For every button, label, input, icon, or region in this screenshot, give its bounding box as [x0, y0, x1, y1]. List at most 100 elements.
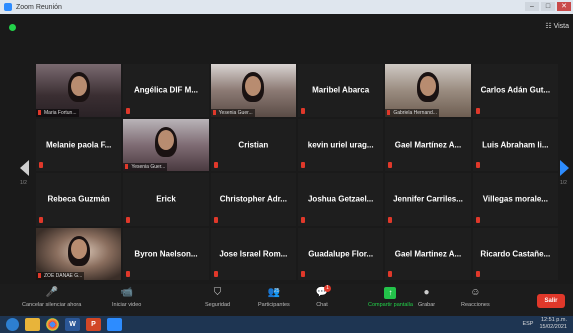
participants-count: 25: [274, 288, 280, 294]
participant-tile[interactable]: Melanie paola F...: [36, 118, 122, 171]
participant-name: Joshua Getzael...: [307, 194, 374, 204]
meeting-toolbar: Salir 🎤 Cancelar silenciar ahora 📹 Iniciar …: [0, 284, 573, 316]
participants-button[interactable]: 👥 25 Participantes: [258, 287, 290, 308]
participant-tile[interactable]: Jose Israel Rom...: [210, 227, 296, 280]
participant-tile[interactable]: ZOE DANAE G...: [36, 227, 122, 280]
participant-face: [245, 75, 262, 96]
participant-tile[interactable]: Yesenia Guer...: [210, 64, 296, 117]
chrome-taskbar-icon[interactable]: [46, 318, 59, 331]
muted-mic-icon: [126, 271, 131, 277]
participant-name: Guadalupe Flor...: [308, 249, 374, 259]
muted-mic-icon: [388, 271, 393, 277]
reactions-button[interactable]: ☺ Reacciones: [461, 287, 490, 308]
participant-tile[interactable]: Rebeca Guzmán: [36, 173, 122, 226]
participant-face: [70, 239, 87, 260]
clock-time: 12:51 p.m.: [541, 317, 567, 323]
windows-taskbar: WP ESP 12:51 p.m. 15/02/2021: [0, 316, 573, 333]
participant-video-label: Yesenia Guer...: [210, 108, 255, 117]
participant-tile[interactable]: Guadalupe Flor...: [298, 227, 384, 280]
security-icon: ⛉: [213, 287, 222, 298]
security-shield-icon[interactable]: [9, 24, 16, 31]
zoom-app-icon: [4, 3, 12, 11]
window-title: Zoom Reunión: [16, 3, 62, 11]
participant-tile[interactable]: Joshua Getzael...: [298, 173, 384, 226]
previous-page-arrow-icon[interactable]: [20, 160, 29, 176]
record-icon: ●: [423, 287, 430, 298]
participant-video-label: ZOE DANAE G...: [36, 272, 85, 280]
participant-face: [419, 75, 436, 96]
participant-tile[interactable]: Carlos Adán Gut...: [472, 64, 558, 117]
participant-tile[interactable]: Byron Naelson...: [123, 227, 209, 280]
share-label: Compartir pantalla: [368, 302, 413, 308]
chat-label: Chat: [316, 302, 328, 308]
participant-video-label: Yesenia Guer...: [123, 163, 168, 171]
security-button[interactable]: ⛉ Seguridad: [205, 287, 230, 308]
ppt-taskbar-icon[interactable]: P: [86, 318, 101, 331]
participant-tile[interactable]: Yesenia Guer...: [123, 118, 209, 171]
muted-mic-icon: [39, 162, 43, 168]
minimize-button[interactable]: –: [525, 2, 539, 11]
participant-name: Rebeca Guzmán: [47, 194, 110, 204]
participant-name: Jennifer Carriles...: [393, 194, 463, 204]
participant-name: Maribel Abarca: [312, 85, 370, 95]
audio-button[interactable]: 🎤 Cancelar silenciar ahora: [22, 287, 81, 308]
page-indicator-left: 1/2: [20, 180, 27, 186]
window-controls: – □ ✕: [525, 2, 571, 11]
participant-tile[interactable]: Gael Martinez A...: [385, 227, 471, 280]
video-label: Iniciar video: [112, 302, 142, 308]
participant-name: Ricardo Castañe...: [480, 249, 551, 259]
gallery-view-button[interactable]: ☷ Vista: [545, 22, 569, 30]
participant-name: Cristian: [238, 140, 269, 150]
muted-mic-icon: [475, 271, 480, 277]
audio-label: Cancelar silenciar ahora: [22, 302, 82, 308]
reactions-label: Reacciones: [461, 302, 490, 308]
participant-tile[interactable]: Angélica DIF M...: [123, 64, 209, 117]
participant-tile[interactable]: Gael Martínez A...: [385, 118, 471, 171]
close-button[interactable]: ✕: [557, 2, 571, 11]
participant-name: Christopher Adr...: [219, 194, 287, 204]
next-page-arrow-icon[interactable]: [560, 160, 569, 176]
zoom-taskbar-icon[interactable]: [107, 318, 122, 331]
leave-button[interactable]: Salir: [537, 294, 565, 308]
clock-date: 15/02/2021: [539, 324, 567, 330]
share-button[interactable]: ↑ Compartir pantalla: [368, 287, 413, 308]
participant-tile[interactable]: Villegas morale...: [472, 173, 558, 226]
video-icon: 📹: [120, 287, 133, 298]
participant-tile[interactable]: Cristian: [210, 118, 296, 171]
audio-icon: 🎤: [45, 287, 58, 298]
muted-mic-icon: [388, 162, 393, 168]
muted-mic-icon: [475, 107, 480, 114]
chat-button[interactable]: 💬 1 Chat: [316, 285, 331, 308]
participant-name: Jose Israel Rom...: [219, 249, 288, 259]
muted-mic-icon: [388, 216, 393, 223]
word-taskbar-icon[interactable]: W: [65, 318, 80, 331]
participant-tile[interactable]: Maria Fortun...: [36, 64, 122, 117]
participant-tile[interactable]: Maribel Abarca: [298, 64, 384, 117]
participant-name: Gael Martinez A...: [394, 249, 462, 259]
video-button[interactable]: 📹 Iniciar video: [112, 287, 141, 308]
participant-tile[interactable]: kevin uriel urag...: [298, 118, 384, 171]
participant-tile[interactable]: Christopher Adr...: [210, 173, 296, 226]
record-button[interactable]: ● Grabar: [418, 287, 435, 308]
participant-tile[interactable]: Gabriela Hernand...: [385, 64, 471, 117]
participant-tile[interactable]: Jennifer Carriles...: [385, 173, 471, 226]
muted-mic-icon: [213, 271, 218, 277]
clock[interactable]: 12:51 p.m. 15/02/2021: [539, 317, 567, 331]
participant-name: Byron Naelson...: [134, 249, 198, 259]
maximize-button[interactable]: □: [541, 2, 555, 11]
participant-tile[interactable]: Ricardo Castañe...: [472, 227, 558, 280]
explorer-taskbar-icon[interactable]: [25, 318, 40, 331]
participant-tile[interactable]: Erick: [123, 173, 209, 226]
window-titlebar: Zoom Reunión – □ ✕: [0, 0, 573, 14]
system-tray: ESP 12:51 p.m. 15/02/2021: [522, 317, 567, 331]
share-icon: ↑: [384, 287, 397, 299]
keyboard-language-indicator[interactable]: ESP: [522, 321, 533, 327]
muted-mic-icon: [301, 107, 305, 114]
participant-name: Gael Martínez A...: [394, 140, 462, 150]
muted-mic-icon: [475, 216, 480, 223]
start-taskbar-icon[interactable]: [6, 318, 19, 331]
meeting-area: ☷ Vista 1/2 1/2 Maria Fortun... Angélica …: [0, 14, 573, 284]
participant-tile[interactable]: Luis Abraham li...: [472, 118, 558, 171]
participant-name: kevin uriel urag...: [307, 140, 374, 150]
participants-label: Participantes: [258, 302, 290, 308]
